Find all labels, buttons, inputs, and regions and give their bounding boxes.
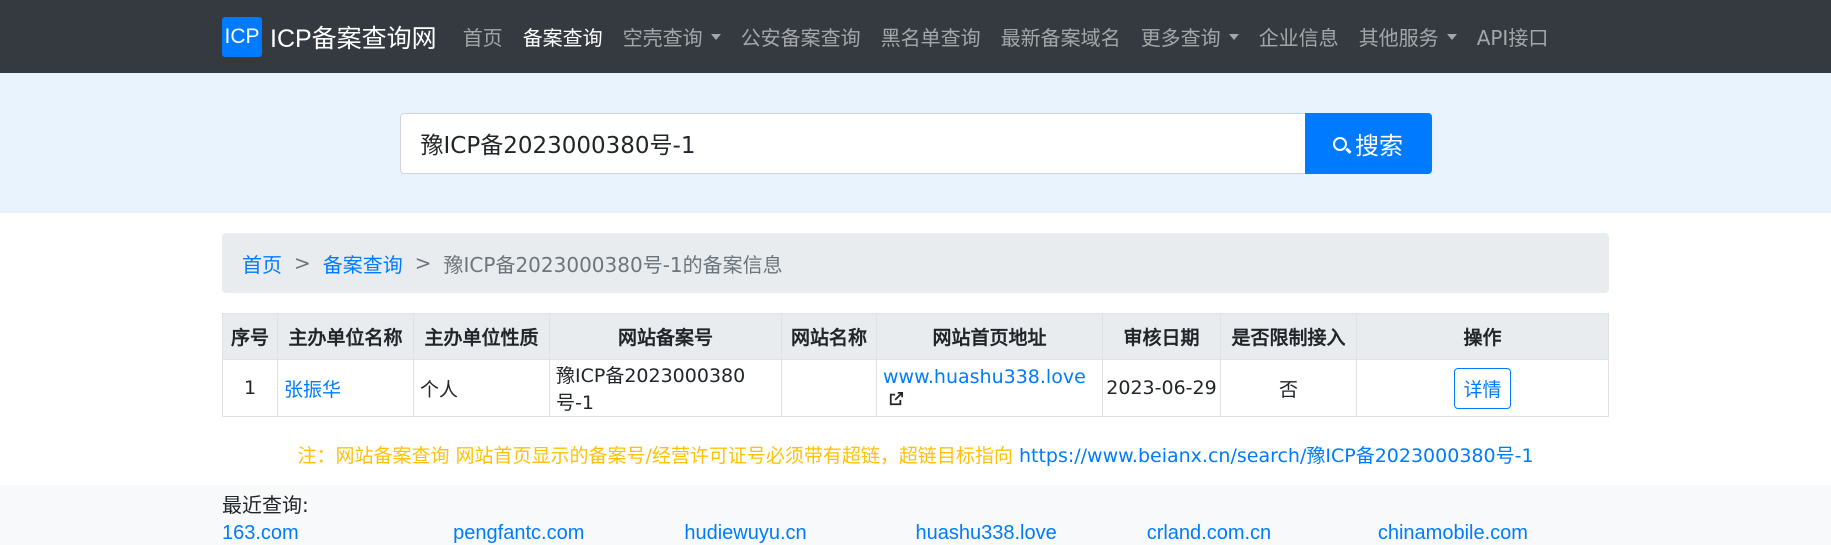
breadcrumb-separator: >	[414, 251, 432, 275]
table-row: 1 张振华 个人 豫ICP备2023000380号-1 www.huashu33…	[222, 359, 1609, 417]
nav-item-latest-domains[interactable]: 最新备案域名	[991, 22, 1131, 51]
search-group: 搜索	[399, 112, 1432, 174]
breadcrumb-current: 豫ICP备2023000380号-1的备案信息	[443, 252, 783, 277]
recent-query-link[interactable]: crland.com.cn	[1147, 522, 1378, 545]
cell-site-name	[781, 359, 877, 417]
icp-record-table: 序号 主办单位名称 主办单位性质 网站备案号 网站名称 网站首页地址 审核日期 …	[222, 313, 1609, 417]
brand-name: ICP备案查询网	[270, 24, 437, 53]
column-header: 网站名称	[781, 313, 877, 360]
breadcrumb-separator: >	[294, 251, 311, 275]
recent-queries-title: 最近查询:	[222, 493, 309, 517]
recent-query-link[interactable]: hudiewuyu.cn	[684, 522, 915, 545]
recent-query-link[interactable]: chinamobile.com	[1378, 522, 1609, 545]
column-header: 是否限制接入	[1220, 313, 1357, 360]
note: 注：网站备案查询 网站首页显示的备案号/经营许可证号必须带有超链，超链目标指向 …	[222, 441, 1609, 481]
cell-homepage: www.huashu338.love	[876, 359, 1103, 417]
nav-item-label: 其他服务	[1358, 26, 1439, 50]
search-input[interactable]	[399, 112, 1305, 174]
table-header-row: 序号 主办单位名称 主办单位性质 网站备案号 网站名称 网站首页地址 审核日期 …	[222, 313, 1609, 360]
detail-button[interactable]: 详情	[1454, 367, 1511, 409]
search-hero: 搜索	[0, 73, 1831, 213]
cell-org-name: 张振华	[277, 359, 414, 417]
recent-query-link[interactable]: 163.com	[222, 522, 453, 545]
nav-item-label: 备案查询	[522, 26, 603, 50]
nav-item-home[interactable]: 首页	[453, 22, 513, 51]
breadcrumb-home-link[interactable]: 首页	[242, 249, 282, 278]
cell-icp-number: 豫ICP备2023000380号-1	[549, 359, 782, 417]
org-name-link[interactable]: 张振华	[284, 379, 341, 401]
nav-item-label: 黑名单查询	[880, 26, 981, 50]
chevron-down-icon	[710, 33, 721, 40]
nav-item-blacklist[interactable]: 黑名单查询	[871, 22, 991, 51]
chevron-down-icon	[1446, 33, 1457, 40]
recent-queries-list: 163.com pengfantc.com hudiewuyu.cn huash…	[222, 522, 1609, 545]
nav-item-more-queries[interactable]: 更多查询	[1131, 22, 1249, 51]
nav-item-icp-query[interactable]: 备案查询	[513, 22, 613, 51]
nav-item-label: 最新备案域名	[1000, 26, 1121, 50]
nav-item-shell-query[interactable]: 空壳查询	[613, 22, 731, 51]
nav-item-api[interactable]: API接口	[1467, 22, 1559, 51]
nav-item-label: 企业信息	[1258, 26, 1339, 50]
recent-queries: 最近查询: 163.com pengfantc.com hudiewuyu.cn…	[0, 485, 1831, 545]
top-navbar: ICP ICP备案查询网 首页 备案查询 空壳查询 公安备案查询 黑名单查询 最…	[0, 0, 1831, 73]
recent-query-link[interactable]: pengfantc.com	[453, 522, 684, 545]
column-header: 网站备案号	[549, 313, 782, 360]
nav-item-label: 空壳查询	[622, 26, 703, 50]
cell-restricted: 否	[1220, 359, 1357, 417]
cell-review-date: 2023-06-29	[1102, 359, 1221, 417]
breadcrumb-section-link[interactable]: 备案查询	[323, 249, 403, 278]
nav-item-company-info[interactable]: 企业信息	[1249, 22, 1349, 51]
cell-action: 详情	[1356, 359, 1609, 417]
cell-index: 1	[222, 359, 278, 417]
recent-query-link[interactable]: huashu338.love	[916, 522, 1147, 545]
homepage-link[interactable]: www.huashu338.love	[883, 366, 1086, 388]
column-header: 主办单位性质	[413, 313, 550, 360]
column-header: 主办单位名称	[277, 313, 414, 360]
nav-item-label: 首页	[462, 26, 503, 50]
search-button-label: 搜索	[1355, 131, 1403, 160]
brand-logo: ICP	[222, 16, 262, 57]
brand[interactable]: ICP ICP备案查询网	[222, 16, 437, 57]
note-link[interactable]: https://www.beianx.cn/search/豫ICP备202300…	[1019, 445, 1534, 467]
column-header: 序号	[222, 313, 278, 360]
nav-item-label: API接口	[1476, 26, 1549, 50]
external-link-icon[interactable]	[889, 392, 903, 406]
search-icon	[1333, 137, 1347, 151]
nav-item-other-services[interactable]: 其他服务	[1349, 22, 1467, 51]
chevron-down-icon	[1228, 33, 1239, 40]
nav-item-label: 公安备案查询	[740, 26, 861, 50]
cell-org-type: 个人	[413, 359, 550, 417]
note-text: 注：网站备案查询 网站首页显示的备案号/经营许可证号必须带有超链，超链目标指向	[297, 445, 1019, 467]
breadcrumb: 首页 > 备案查询 > 豫ICP备2023000380号-1的备案信息	[222, 233, 1609, 293]
nav-item-label: 更多查询	[1140, 26, 1221, 50]
column-header: 操作	[1356, 313, 1609, 360]
search-button[interactable]: 搜索	[1304, 112, 1432, 174]
column-header: 网站首页地址	[876, 313, 1103, 360]
main-content: 首页 > 备案查询 > 豫ICP备2023000380号-1的备案信息 序号 主…	[222, 213, 1609, 481]
nav-item-police-record[interactable]: 公安备案查询	[731, 22, 871, 51]
column-header: 审核日期	[1102, 313, 1221, 360]
